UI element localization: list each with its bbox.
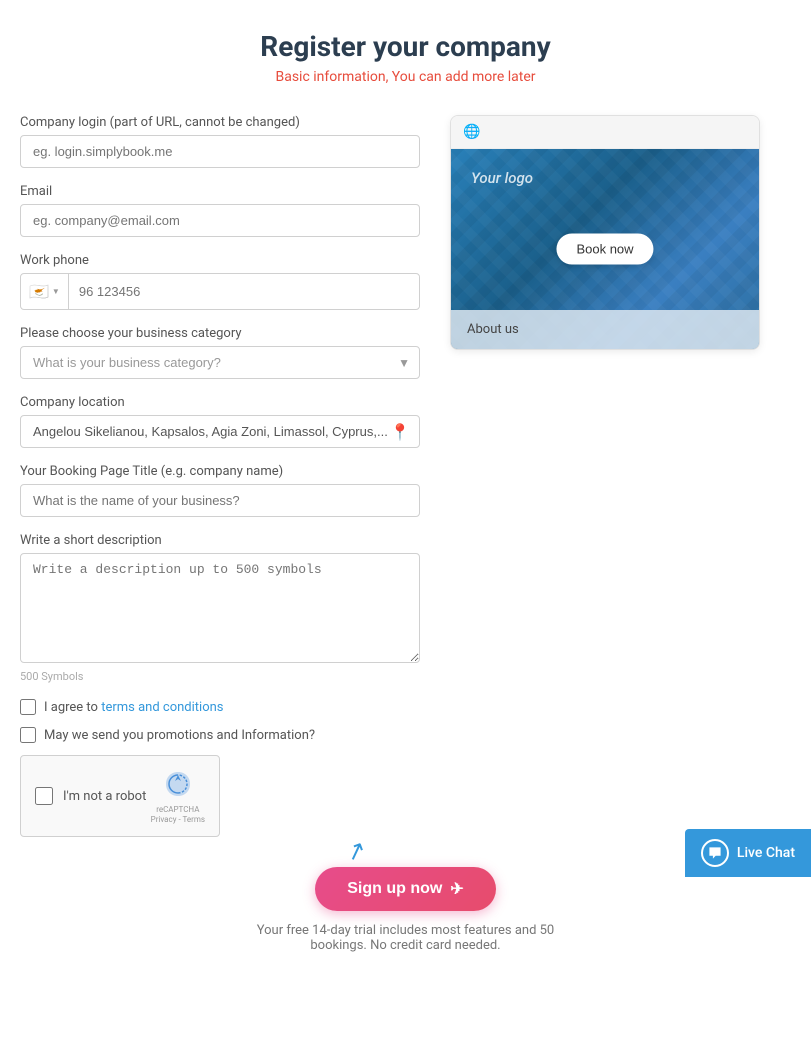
symbols-hint: 500 Symbols	[20, 670, 420, 683]
flag-emoji: 🇨🇾	[29, 282, 49, 301]
recaptcha-logo: reCAPTCHA Privacy - Terms	[151, 768, 205, 824]
terms-checkbox[interactable]	[20, 699, 36, 715]
email-input[interactable]	[20, 204, 420, 237]
recaptcha-brand-text: reCAPTCHA Privacy - Terms	[151, 805, 205, 824]
globe-icon: 🌐	[463, 124, 480, 140]
preview-image-area: Your logo Book now About us	[451, 149, 759, 349]
booking-title-group: Your Booking Page Title (e.g. company na…	[20, 464, 420, 517]
submit-section: ↗ Sign up now ✈ Your free 14-day trial i…	[20, 867, 791, 973]
company-location-label: Company location	[20, 395, 420, 410]
business-category-select[interactable]: What is your business category?	[20, 346, 420, 379]
your-logo-text: Your logo	[471, 169, 533, 187]
signup-button-label: Sign up now	[347, 880, 442, 898]
chat-icon	[701, 839, 729, 867]
recaptcha-checkbox[interactable]	[35, 787, 53, 805]
live-chat-label: Live Chat	[737, 845, 795, 861]
signup-button[interactable]: Sign up now ✈	[315, 867, 496, 911]
preview-card: 🌐 Your logo Book now About us	[450, 115, 760, 350]
business-category-select-row: What is your business category? ▼	[20, 346, 420, 379]
company-location-group: Company location 📍	[20, 395, 420, 448]
email-label: Email	[20, 184, 420, 199]
book-now-button[interactable]: Book now	[556, 234, 653, 265]
description-textarea[interactable]	[20, 553, 420, 663]
company-login-input[interactable]	[20, 135, 420, 168]
promotions-checkbox-group: May we send you promotions and Informati…	[20, 727, 420, 743]
phone-flag-selector[interactable]: 🇨🇾 ▼	[21, 274, 69, 309]
phone-label: Work phone	[20, 253, 420, 268]
terms-label[interactable]: I agree to terms and conditions	[44, 700, 224, 715]
submit-wrapper: ↗ Sign up now ✈	[315, 867, 496, 911]
booking-title-input[interactable]	[20, 484, 420, 517]
send-icon: ✈	[450, 879, 463, 899]
company-login-group: Company login (part of URL, cannot be ch…	[20, 115, 420, 168]
description-group: Write a short description 500 Symbols	[20, 533, 420, 683]
page-title: Register your company	[20, 30, 791, 63]
recaptcha-icon	[162, 768, 194, 805]
company-login-label: Company login (part of URL, cannot be ch…	[20, 115, 420, 130]
recaptcha-label: I'm not a robot	[63, 789, 146, 804]
location-row: 📍	[20, 415, 420, 448]
page-header: Register your company Basic information,…	[20, 30, 791, 85]
promotions-checkbox[interactable]	[20, 727, 36, 743]
preview-section: 🌐 Your logo Book now About us	[450, 115, 760, 350]
page-wrapper: Register your company Basic information,…	[0, 0, 811, 1053]
business-category-label: Please choose your business category	[20, 326, 420, 341]
trial-text: Your free 14-day trial includes most fea…	[20, 923, 791, 953]
description-label: Write a short description	[20, 533, 420, 548]
recaptcha-widget[interactable]: I'm not a robot reCAPTCHA Privacy - Ter	[20, 755, 220, 837]
email-group: Email	[20, 184, 420, 237]
booking-title-label: Your Booking Page Title (e.g. company na…	[20, 464, 420, 479]
recaptcha-left: I'm not a robot	[35, 787, 146, 805]
preview-top-bar: 🌐	[451, 116, 759, 149]
company-location-input[interactable]	[20, 415, 420, 448]
main-content: Company login (part of URL, cannot be ch…	[20, 115, 791, 837]
arrow-indicator: ↗	[341, 835, 369, 868]
terms-checkbox-group: I agree to terms and conditions	[20, 699, 420, 715]
page-subtitle: Basic information, You can add more late…	[20, 69, 791, 85]
flag-chevron-icon: ▼	[52, 287, 60, 296]
business-category-group: Please choose your business category Wha…	[20, 326, 420, 379]
registration-form: Company login (part of URL, cannot be ch…	[20, 115, 420, 837]
phone-input[interactable]	[69, 276, 419, 307]
terms-link[interactable]: terms and conditions	[101, 700, 223, 715]
phone-row: 🇨🇾 ▼	[20, 273, 420, 310]
location-pin-icon: 📍	[390, 422, 410, 441]
live-chat-widget[interactable]: Live Chat	[685, 829, 811, 877]
promotions-label[interactable]: May we send you promotions and Informati…	[44, 728, 315, 743]
phone-group: Work phone 🇨🇾 ▼	[20, 253, 420, 310]
about-us-bar: About us	[451, 310, 759, 349]
